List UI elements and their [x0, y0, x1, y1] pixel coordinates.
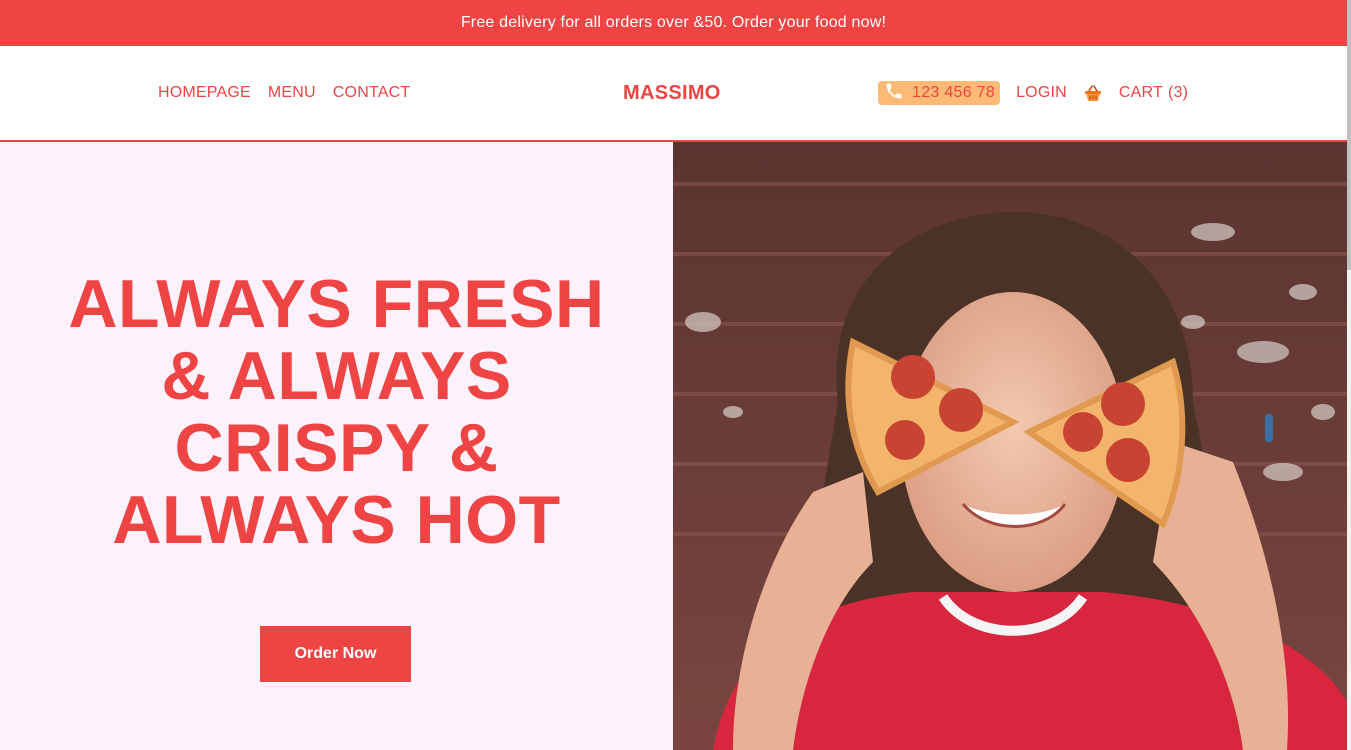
login-link[interactable]: LOGIN — [1016, 84, 1067, 102]
cart-count: (3) — [1167, 84, 1189, 101]
nav-link-homepage[interactable]: HOMEPAGE — [158, 84, 251, 102]
promo-text: Free delivery for all orders over &50. O… — [460, 14, 887, 31]
hero-section: ALWAYS FRESH & ALWAYS CRISPY & ALWAYS HO… — [0, 142, 1347, 750]
phone-icon — [884, 81, 904, 106]
hero-image — [673, 142, 1347, 750]
hero-text-panel: ALWAYS FRESH & ALWAYS CRISPY & ALWAYS HO… — [0, 142, 673, 750]
hero-title-line-4: ALWAYS HOT — [112, 482, 561, 558]
nav-link-contact[interactable]: CONTACT — [333, 84, 411, 102]
cart-link[interactable]: CART (3) — [1119, 84, 1188, 102]
nav-left: HOMEPAGE MENU CONTACT — [158, 46, 410, 140]
hero-photo-illustration — [673, 142, 1347, 750]
basket-icon[interactable] — [1083, 83, 1103, 103]
hero-title: ALWAYS FRESH & ALWAYS CRISPY & ALWAYS HO… — [0, 268, 673, 556]
phone-number: 123 456 78 — [912, 84, 996, 101]
logo[interactable]: MASSIMO — [623, 46, 721, 140]
nav-link-menu[interactable]: MENU — [268, 84, 316, 102]
hero-title-line-3: CRISPY & — [174, 410, 499, 486]
hero-title-line-2: & ALWAYS — [161, 338, 512, 414]
scrollbar-thumb[interactable] — [1347, 0, 1351, 270]
hero-title-line-1: ALWAYS FRESH — [68, 266, 605, 342]
order-now-button[interactable]: Order Now — [260, 626, 411, 682]
promo-bar: Free delivery for all orders over &50. O… — [0, 0, 1347, 46]
nav-right: 123 456 78 LOGIN CART (3) — [878, 46, 1188, 140]
cart-label: CART — [1118, 84, 1163, 101]
phone-pill[interactable]: 123 456 78 — [878, 81, 1001, 106]
navbar: HOMEPAGE MENU CONTACT MASSIMO 123 456 78… — [0, 46, 1347, 142]
